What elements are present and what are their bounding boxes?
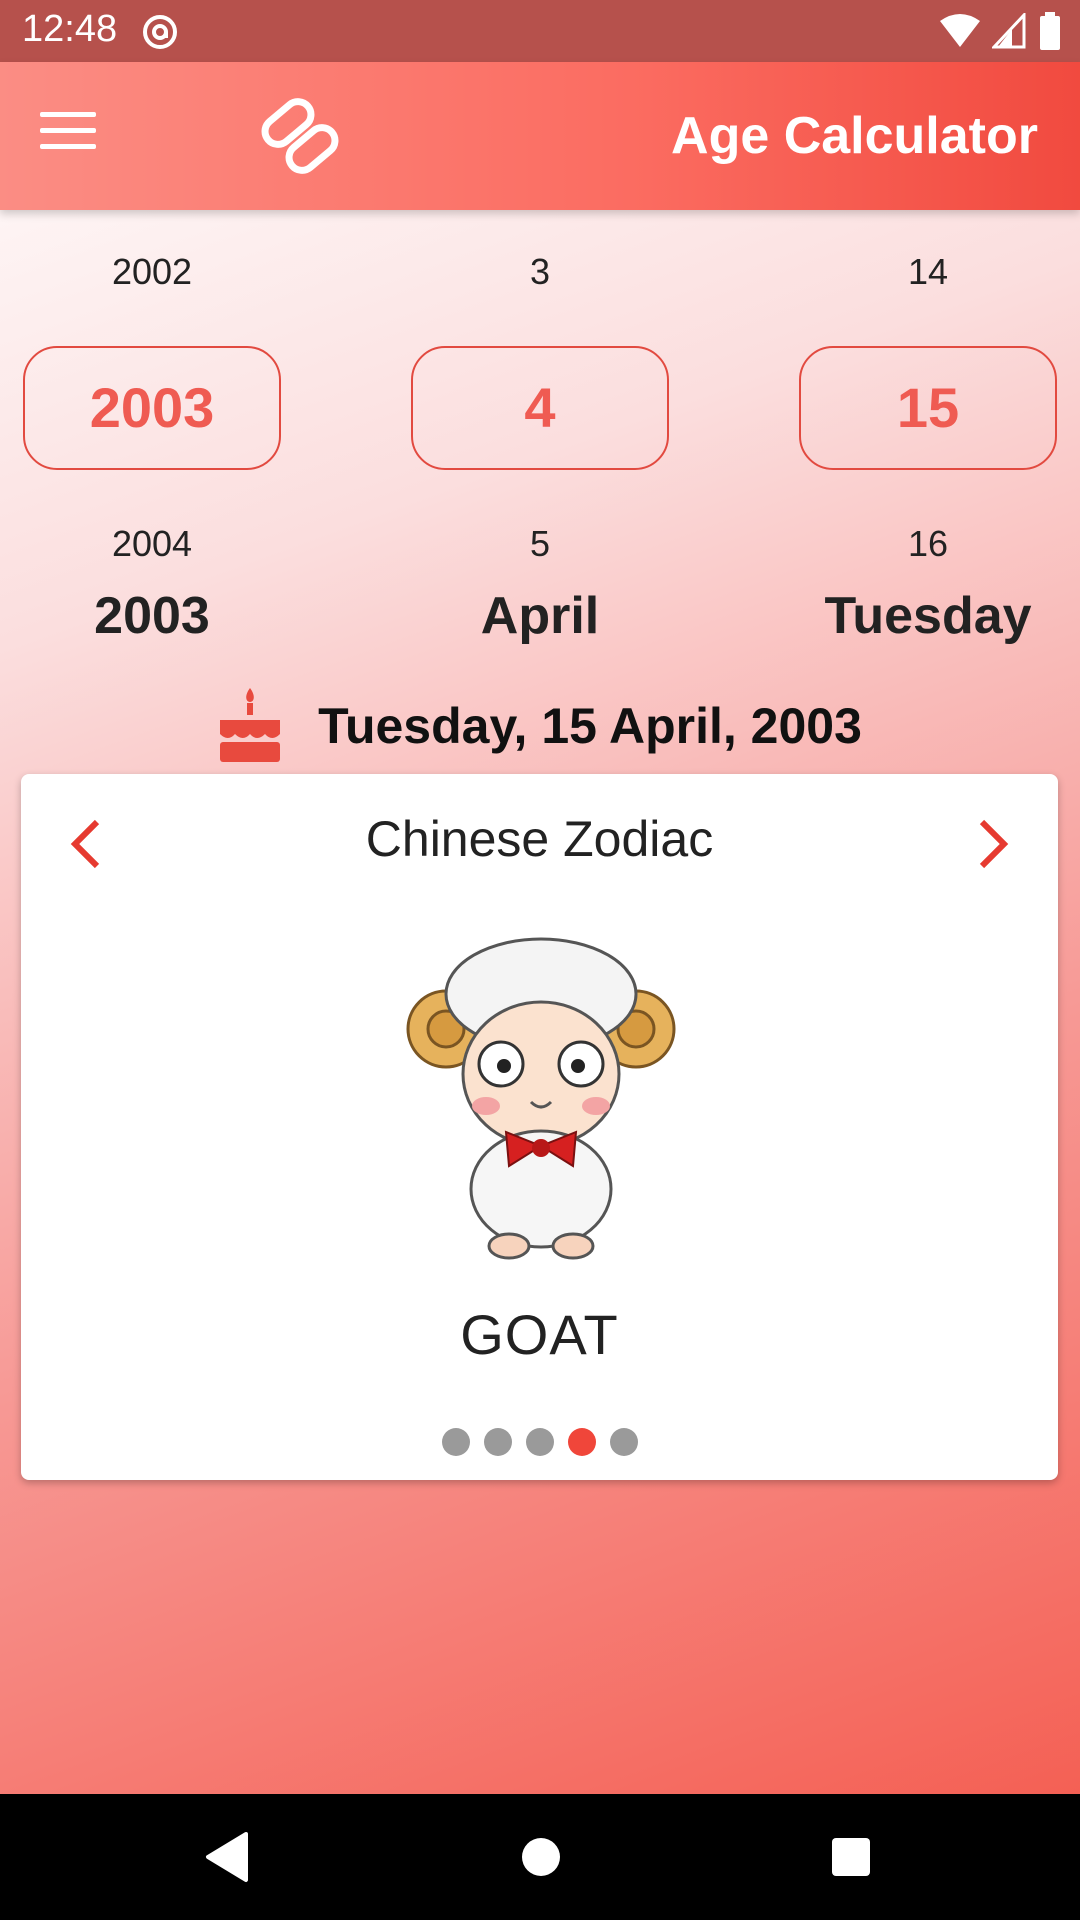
at-icon (140, 12, 180, 57)
goat-illustration (391, 934, 691, 1264)
app-title: Age Calculator (671, 107, 1038, 165)
page-indicator-dot[interactable] (441, 1428, 470, 1456)
day-selected-value[interactable]: 15 (799, 346, 1057, 470)
year-prev-value[interactable]: 2002 (21, 240, 283, 304)
birth-date-summary: Tuesday, 15 April, 2003 (0, 686, 1080, 766)
month-prev-value[interactable]: 3 (409, 240, 671, 304)
page-indicator-dot[interactable] (483, 1428, 512, 1456)
month-next-value[interactable]: 5 (409, 512, 671, 576)
day-prev-value[interactable]: 14 (797, 240, 1059, 304)
status-bar: 12:48 (0, 0, 1080, 62)
birth-date-text: Tuesday, 15 April, 2003 (318, 698, 862, 754)
status-time: 12:48 (22, 8, 118, 50)
weekday-label: Tuesday (824, 587, 1032, 645)
cell-signal-icon (990, 11, 1026, 54)
year-picker[interactable]: 2002 2003 2004 2003 (21, 240, 283, 646)
day-next-value[interactable]: 16 (797, 512, 1059, 576)
system-nav-bar (0, 1794, 1080, 1920)
page-indicator-dot[interactable] (609, 1428, 638, 1456)
day-picker[interactable]: 14 15 16 Tuesday (797, 240, 1059, 646)
app-logo-icon (252, 88, 348, 184)
home-icon[interactable] (520, 1830, 562, 1889)
recents-icon[interactable] (830, 1830, 872, 1889)
page-indicator-dot[interactable] (525, 1428, 554, 1456)
status-icons (940, 11, 1062, 55)
app-bar: Age Calculator (0, 62, 1080, 210)
year-label: 2003 (94, 587, 210, 645)
year-next-value[interactable]: 2004 (21, 512, 283, 576)
month-picker[interactable]: 3 4 5 April (409, 240, 671, 646)
page-indicator (21, 1428, 1058, 1456)
chevron-right-icon[interactable] (960, 814, 1020, 874)
month-selected-value[interactable]: 4 (411, 346, 669, 470)
zodiac-animal-name: GOAT (460, 1303, 619, 1366)
back-icon[interactable] (204, 1830, 250, 1889)
page-indicator-dot[interactable] (567, 1428, 596, 1456)
zodiac-card-title: Chinese Zodiac (365, 811, 714, 867)
birthday-cake-icon (218, 686, 282, 767)
hamburger-menu-icon[interactable] (40, 112, 96, 162)
wifi-icon (940, 13, 980, 54)
battery-icon (1038, 12, 1062, 55)
zodiac-card: Chinese Zodiac GOAT (21, 774, 1058, 1480)
year-selected-value[interactable]: 2003 (23, 346, 281, 470)
month-label: April (480, 587, 600, 645)
